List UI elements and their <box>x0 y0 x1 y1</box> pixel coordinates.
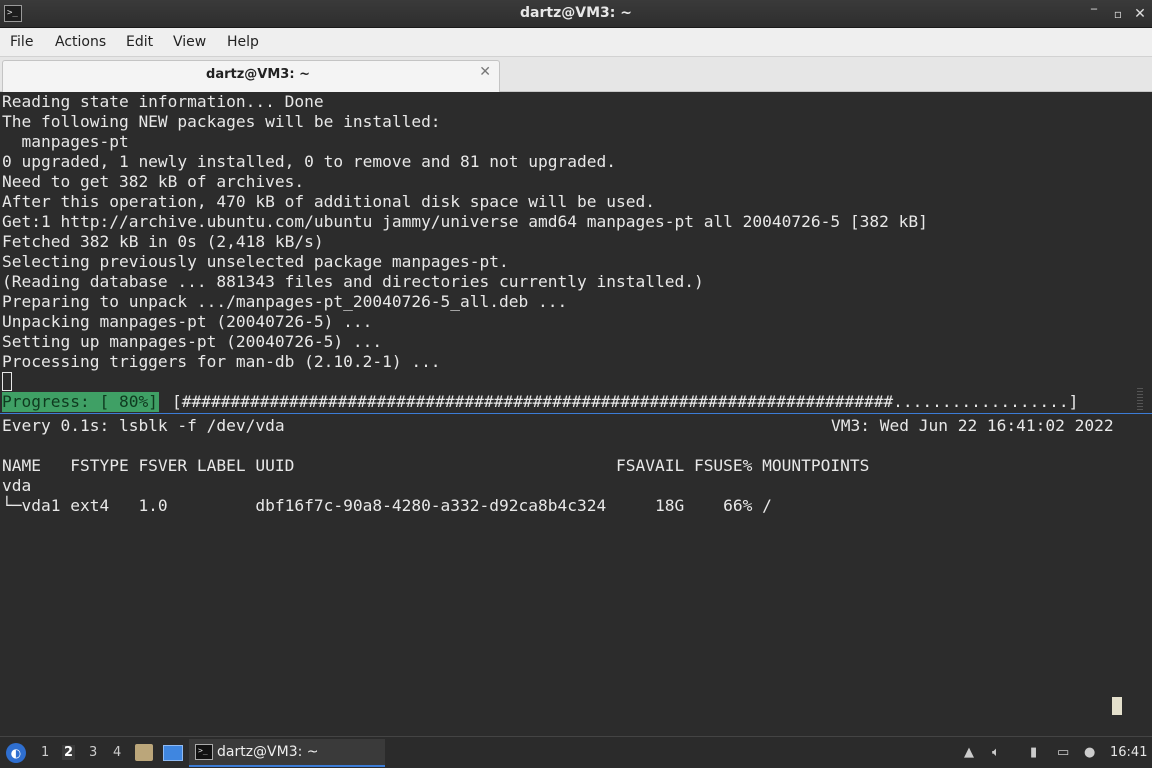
output-line: Reading state information... Done <box>2 92 324 111</box>
lubuntu-start-icon[interactable]: ◐ <box>6 743 26 763</box>
menu-bar: File Actions Edit View Help <box>0 28 1152 57</box>
window-titlebar[interactable]: >_ dartz@VM3: ~ ‾ ▫ ✕ <box>0 0 1152 28</box>
output-line: manpages-pt <box>2 132 129 151</box>
output-line: Get:1 http://archive.ubuntu.com/ubuntu j… <box>2 212 928 231</box>
clock[interactable]: 16:41 <box>1110 745 1147 760</box>
output-line: Need to get 382 kB of archives. <box>2 172 305 191</box>
terminal-icon: >_ <box>195 744 213 760</box>
output-line: Selecting previously unselected package … <box>2 252 509 271</box>
menu-view[interactable]: View <box>173 34 206 50</box>
workspace-2[interactable]: 2 <box>62 745 76 760</box>
taskbar: ◐ 1 2 3 4 >_ dartz@VM3: ~ ▲ 🔈︎ ▮ ▭ ● 16:… <box>0 736 1152 768</box>
progress-bar-text: [#######################################… <box>172 392 1079 411</box>
output-line: The following NEW packages will be insta… <box>2 112 441 131</box>
notification-icon[interactable]: ● <box>1084 745 1095 760</box>
workspace-3[interactable]: 3 <box>89 745 97 760</box>
close-button[interactable]: ✕ <box>1130 4 1150 24</box>
network-icon[interactable]: ▲ <box>964 745 974 760</box>
pane-resize-handle[interactable] <box>1137 388 1143 410</box>
output-line: Processing triggers for man-db (2.10.2-1… <box>2 352 441 371</box>
clipboard-icon[interactable]: ▮ <box>1030 745 1037 760</box>
terminal-pane-bottom[interactable]: Every 0.1s: lsblk -f /dev/vda VM3: Wed J… <box>0 413 1152 736</box>
watch-header: Every 0.1s: lsblk -f /dev/vda <box>2 416 285 435</box>
minimize-button[interactable]: ‾ <box>1084 4 1104 24</box>
menu-help[interactable]: Help <box>227 34 259 50</box>
tab-label: dartz@VM3: ~ <box>206 67 310 82</box>
terminal-cursor <box>2 372 12 391</box>
menu-actions[interactable]: Actions <box>55 34 106 50</box>
show-desktop-icon[interactable] <box>163 745 183 761</box>
terminal-cursor <box>1112 697 1122 715</box>
output-line: After this operation, 470 kB of addition… <box>2 192 655 211</box>
display-icon[interactable]: ▭ <box>1057 745 1069 760</box>
window-title: dartz@VM3: ~ <box>520 5 632 21</box>
task-label: dartz@VM3: ~ <box>217 744 319 760</box>
output-line: Setting up manpages-pt (20040726-5) ... <box>2 332 383 351</box>
output-line: (Reading database ... 881343 files and d… <box>2 272 704 291</box>
progress-label: Progress: [ 80%] <box>2 392 159 412</box>
output-line: vda <box>2 476 32 495</box>
output-line: └─vda1 ext4 1.0 dbf16f7c-90a8-4280-a332-… <box>2 496 772 515</box>
output-line: Preparing to unpack .../manpages-pt_2004… <box>2 292 568 311</box>
watch-status: VM3: Wed Jun 22 16:41:02 2022 <box>831 416 1114 435</box>
tab-terminal[interactable]: dartz@VM3: ~ ✕ <box>2 60 500 92</box>
output-line: Fetched 382 kB in 0s (2,418 kB/s) <box>2 232 324 251</box>
menu-edit[interactable]: Edit <box>126 34 153 50</box>
output-line: NAME FSTYPE FSVER LABEL UUID FSAVAIL FSU… <box>2 456 870 475</box>
tab-bar: dartz@VM3: ~ ✕ <box>0 57 1152 92</box>
tab-close-icon[interactable]: ✕ <box>479 64 491 80</box>
output-line: Unpacking manpages-pt (20040726-5) ... <box>2 312 373 331</box>
menu-file[interactable]: File <box>10 34 33 50</box>
output-line: 0 upgraded, 1 newly installed, 0 to remo… <box>2 152 616 171</box>
maximize-button[interactable]: ▫ <box>1108 4 1128 24</box>
file-manager-icon[interactable] <box>135 744 153 761</box>
task-button-terminal[interactable]: >_ dartz@VM3: ~ <box>189 739 385 767</box>
terminal-pane-top[interactable]: Reading state information... Done The fo… <box>0 92 1152 412</box>
workspace-4[interactable]: 4 <box>113 745 121 760</box>
volume-icon[interactable]: 🔈︎ <box>992 745 1000 760</box>
workspace-1[interactable]: 1 <box>41 745 49 760</box>
